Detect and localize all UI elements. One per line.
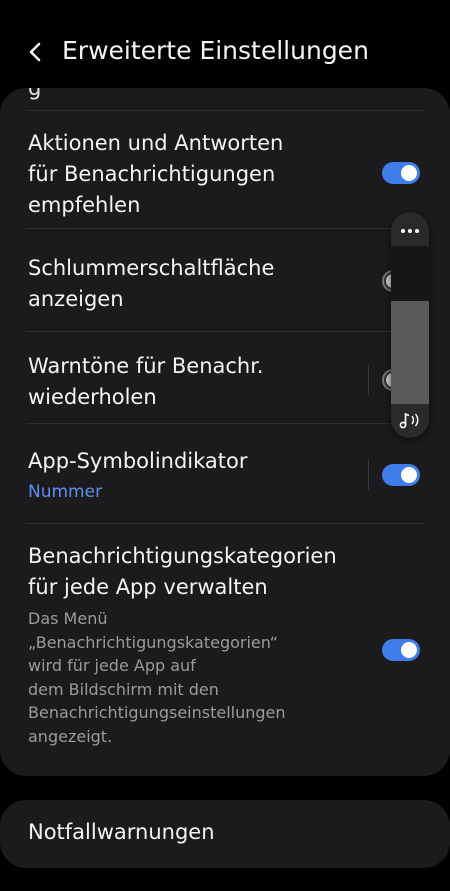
row-suggest-actions-replies[interactable]: Aktionen und Antworten für Benachrichtig…: [0, 110, 450, 228]
separator: [368, 460, 369, 490]
app-header: Erweiterte Einstellungen: [0, 0, 450, 100]
emergency-alerts-label: Notfallwarnungen: [28, 820, 215, 844]
row-title: Benachrichtigungskategorien für jede App…: [28, 544, 337, 599]
volume-level-fill: [391, 301, 429, 404]
badge-style-value: Nummer: [28, 482, 103, 502]
app-icon-badges-toggle[interactable]: [382, 464, 420, 486]
more-dots-icon: [401, 229, 419, 233]
volume-menu-button[interactable]: [391, 212, 429, 246]
partial-row-label: g: [28, 88, 42, 100]
row-title: Schlummerschaltfläche anzeigen: [28, 256, 275, 311]
page-title: Erweiterte Einstellungen: [62, 36, 369, 65]
row-snooze-button[interactable]: Schlummerschaltfläche anzeigen: [0, 228, 450, 331]
row-app-icon-badges[interactable]: App-Symbolindikator Nummer: [0, 423, 450, 523]
row-title: Warntöne für Benachr. wiederholen: [28, 354, 264, 409]
row-description: Das Menü „Benachrichtigungskategorien“ w…: [28, 609, 286, 746]
emergency-alerts-item[interactable]: Notfallwarnungen: [0, 800, 450, 868]
suggest-actions-toggle[interactable]: [382, 162, 420, 184]
row-title: Aktionen und Antworten für Benachrichtig…: [28, 131, 284, 217]
row-repeat-alerts[interactable]: Warntöne für Benachr. wiederholen: [0, 331, 450, 423]
music-note-sound-icon: [399, 412, 419, 429]
volume-slider[interactable]: [391, 246, 429, 404]
back-button[interactable]: [22, 36, 50, 68]
manage-categories-toggle[interactable]: [382, 639, 420, 661]
chevron-left-icon: [29, 42, 41, 62]
sound-mode-button[interactable]: [391, 404, 429, 438]
separator: [368, 365, 369, 395]
row-title: App-Symbolindikator: [28, 449, 248, 473]
volume-panel: [391, 212, 429, 438]
settings-card: g Aktionen und Antworten für Benachricht…: [0, 88, 450, 776]
row-manage-notification-categories[interactable]: Benachrichtigungskategorien für jede App…: [0, 523, 450, 776]
